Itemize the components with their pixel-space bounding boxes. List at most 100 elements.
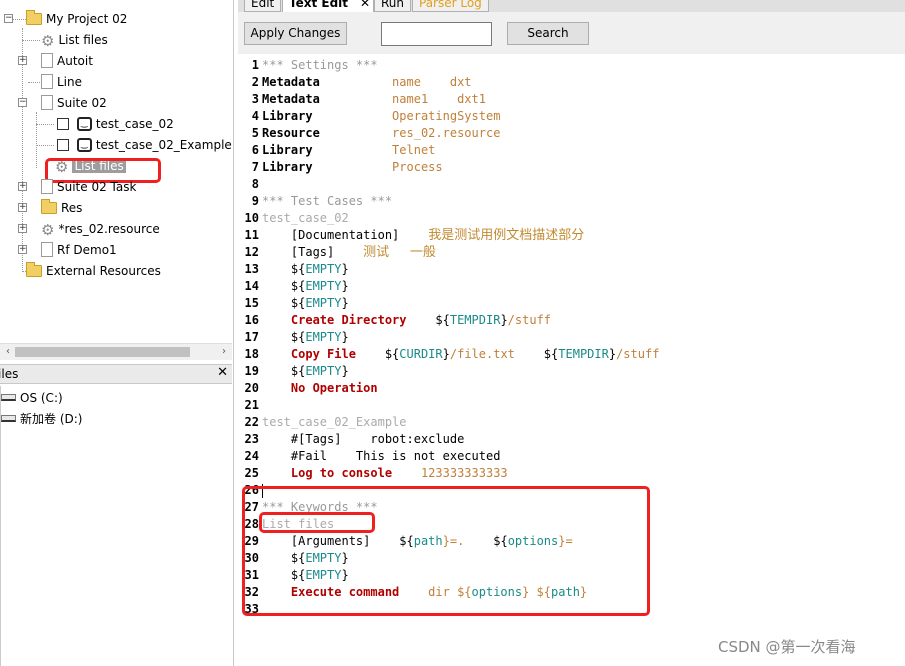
code-line[interactable]: Metadata name1 dxt1	[262, 91, 486, 108]
code-line[interactable]: [Tags] 测试 一般	[262, 244, 436, 261]
code-token: ${	[355, 347, 400, 361]
code-line[interactable]: No Operation	[262, 380, 378, 397]
collapse-toggle[interactable]: −	[4, 14, 13, 23]
code-line[interactable]: *** Test Cases ***	[262, 193, 392, 210]
checkbox[interactable]	[57, 138, 69, 151]
scrollbar-thumb[interactable]	[15, 347, 190, 357]
code-line[interactable]: #[Tags] robot:exclude	[262, 431, 464, 448]
code-line[interactable]	[262, 482, 263, 499]
code-token: EMPTY	[305, 364, 342, 378]
tree-item-res[interactable]: Res	[41, 198, 82, 218]
close-icon[interactable]: ✕	[217, 365, 228, 380]
expand-toggle[interactable]: +	[18, 224, 27, 233]
code-line[interactable]: [Documentation] 我是测试用例文档描述部分	[262, 227, 584, 244]
apply-changes-button[interactable]: Apply Changes	[244, 22, 347, 45]
code-line[interactable]: ${EMPTY}	[262, 261, 349, 278]
folder-icon	[26, 261, 42, 277]
tree-item-res02-resource[interactable]: ⚙ *res_02.resource	[41, 219, 160, 239]
tree-guide-line	[28, 82, 40, 83]
line-number: 21	[244, 398, 259, 412]
code-line[interactable]: ${EMPTY}	[262, 278, 349, 295]
tree-item-rf-demo1[interactable]: Rf Demo1	[41, 240, 117, 260]
tree-item-suite02-task[interactable]: Suite 02 Task	[41, 177, 136, 197]
line-number: 33	[244, 602, 259, 616]
line-number: 32	[244, 585, 259, 599]
line-number: 17	[244, 330, 259, 344]
code-line[interactable]: Library OperatingSystem	[262, 108, 500, 125]
code-line[interactable]: ${EMPTY}	[262, 567, 349, 584]
search-button[interactable]: Search	[507, 22, 589, 45]
tab-parser-log[interactable]: Parser Log	[412, 0, 489, 12]
code-token: test_case_02_Example	[262, 415, 407, 429]
tree-item-list-files[interactable]: ⚙ List files	[41, 30, 108, 50]
code-line[interactable]: Metadata name dxt	[262, 74, 472, 91]
code-token: }	[442, 347, 450, 361]
code-token: Metadata	[262, 92, 320, 106]
code-token: 123333333333	[392, 466, 508, 480]
tree-item-autoit[interactable]: Autoit	[41, 51, 93, 71]
code-line[interactable]: Execute command dir ${options} ${path}	[262, 584, 587, 601]
code-line[interactable]: ${EMPTY}	[262, 295, 349, 312]
code-line[interactable]: Copy File ${CURDIR}/file.txt ${TEMPDIR}/…	[262, 346, 660, 363]
tree-item-test-case-02[interactable]: ‿ test_case_02	[57, 114, 174, 134]
expand-toggle[interactable]: +	[18, 203, 27, 212]
tree-horizontal-scrollbar[interactable]: ‹ ›	[0, 343, 232, 360]
scroll-left-icon[interactable]: ‹	[0, 344, 16, 360]
folder-icon	[26, 9, 42, 25]
code-token: path	[551, 585, 580, 599]
code-line[interactable]: Library Process	[262, 159, 443, 176]
code-line[interactable]: ${EMPTY}	[262, 550, 349, 567]
code-line[interactable]: *** Settings ***	[262, 57, 378, 74]
tree-item-external-resources[interactable]: External Resources	[26, 261, 161, 281]
code-line[interactable]: Log to console 123333333333	[262, 465, 508, 482]
tree-item-test-case-02-example[interactable]: ‿ test_case_02_Example	[57, 135, 232, 155]
code-token: ${	[262, 262, 306, 276]
code-token: EMPTY	[305, 262, 342, 276]
tree-guide-line	[22, 40, 40, 41]
tab-text-edit[interactable]: Text Edit ✕	[282, 0, 374, 12]
folder-icon	[41, 198, 57, 214]
code-line[interactable]: test_case_02_Example	[262, 414, 407, 431]
code-line[interactable]: *** Keywords ***	[262, 499, 378, 516]
code-token: } ${	[522, 585, 552, 599]
drive-item-c[interactable]: OS (C:)	[1, 388, 63, 408]
code-token: [Documentation]	[262, 228, 400, 242]
expand-toggle[interactable]: +	[18, 182, 27, 191]
code-line[interactable]: List files	[262, 516, 334, 533]
code-token: robot:exclude	[341, 432, 465, 446]
code-line[interactable]: ${EMPTY}	[262, 329, 349, 346]
collapse-toggle[interactable]: −	[18, 98, 27, 107]
code-line[interactable]: Resource res_02.resource	[262, 125, 500, 142]
close-tab-icon[interactable]: ✕	[360, 0, 370, 11]
tree-item-line[interactable]: Line	[41, 72, 82, 92]
tab-run[interactable]: Run	[374, 0, 412, 12]
line-number: 31	[244, 568, 259, 582]
code-line[interactable]: #Fail This is not executed	[262, 448, 501, 465]
checkbox[interactable]	[57, 117, 69, 130]
code-line[interactable]: Library Telnet	[262, 142, 435, 159]
code-token: EMPTY	[305, 279, 342, 293]
text-editor[interactable]: 1 2 3 4 5 6 7 8 9 10 11 12 13 14 15 16 17 18 19 20 21 22 23 24 2…	[238, 54, 905, 666]
code-line[interactable]: Create Directory ${TEMPDIR}/stuff	[262, 312, 551, 329]
code-token: /file.txt	[449, 347, 515, 361]
tree-guide-line	[36, 112, 37, 168]
scroll-right-icon[interactable]: ›	[216, 344, 232, 360]
expand-toggle[interactable]: +	[18, 245, 27, 254]
drive-item-d[interactable]: 新加卷 (D:)	[1, 409, 82, 429]
code-token: Telnet	[312, 143, 436, 157]
line-number: 5	[251, 126, 259, 140]
code-token: }	[341, 279, 349, 293]
code-line[interactable]: [Arguments] ${path}=. ${options}=	[262, 533, 573, 550]
tree-item-suite02[interactable]: Suite 02	[41, 93, 107, 113]
tree-item-project[interactable]: My Project 02	[26, 9, 127, 29]
code-line[interactable]: test_case_02	[262, 210, 349, 227]
code-token: ${	[262, 568, 306, 582]
line-number: 13	[244, 262, 259, 276]
code-line[interactable]: ${EMPTY}	[262, 363, 349, 380]
expand-toggle[interactable]: +	[18, 56, 27, 65]
toolbar: Apply Changes Search	[238, 12, 905, 54]
search-input[interactable]	[381, 22, 492, 46]
tab-edit[interactable]: Edit	[244, 0, 282, 12]
file-icon	[41, 179, 53, 194]
tree-item-list-files-selected[interactable]: ⚙ List files	[55, 156, 126, 176]
